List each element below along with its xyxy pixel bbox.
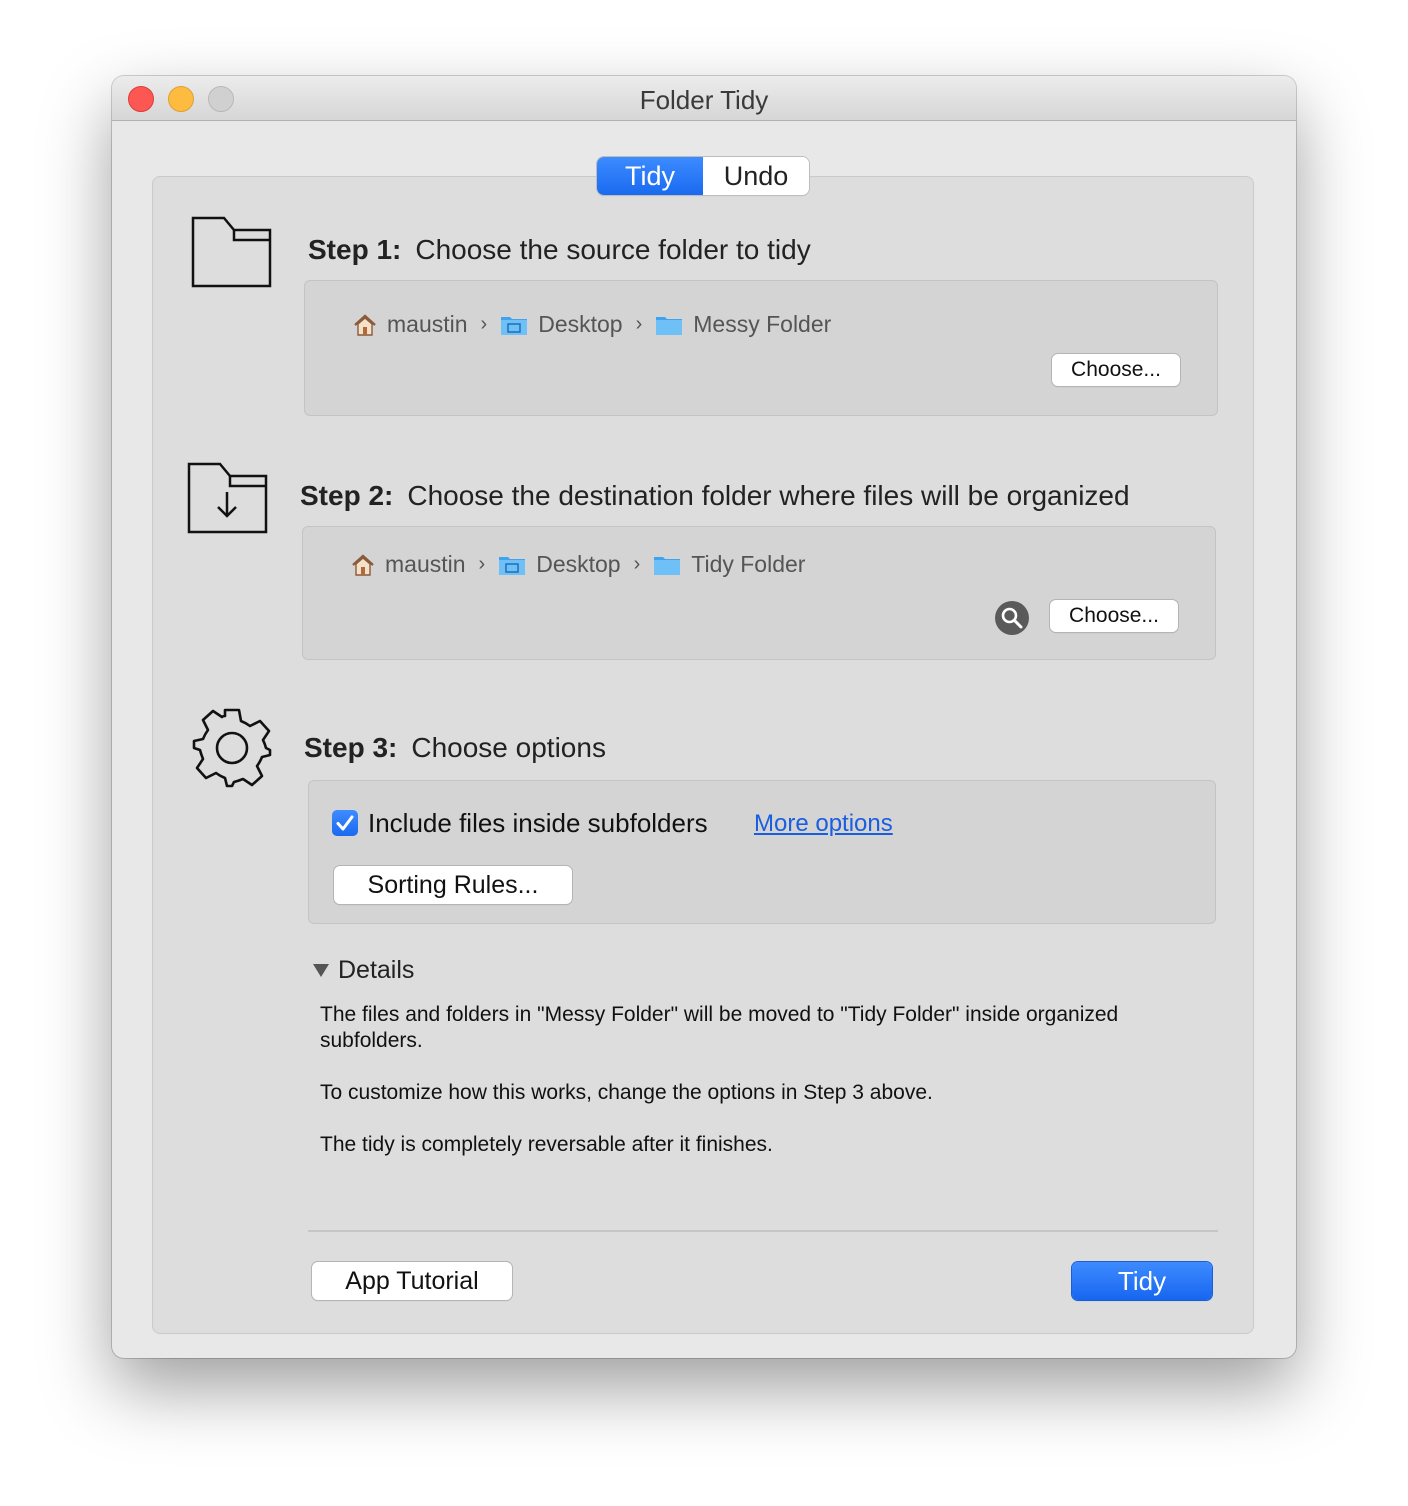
more-options-link[interactable]: More options xyxy=(754,810,893,838)
step1-heading: Step 1: Choose the source folder to tidy xyxy=(308,234,811,266)
step2-heading: Step 2: Choose the destination folder whe… xyxy=(300,480,1130,512)
footer-divider xyxy=(308,1230,1218,1232)
title-bar[interactable]: Folder Tidy xyxy=(112,76,1296,121)
home-icon xyxy=(354,313,376,336)
step2-text: Choose the destination folder where file… xyxy=(407,480,1130,511)
include-subfolders-checkbox[interactable] xyxy=(332,810,358,836)
gear-icon xyxy=(192,708,272,788)
step1-label: Step 1: xyxy=(308,234,402,265)
details-disclosure-label[interactable]: Details xyxy=(338,956,414,985)
path-folder-label: Messy Folder xyxy=(693,311,832,337)
include-subfolders-label[interactable]: Include files inside subfolders xyxy=(368,808,708,839)
path-folder[interactable]: Messy Folder xyxy=(655,311,831,338)
desktop-folder-icon xyxy=(499,556,526,575)
chevron-right-icon: › xyxy=(480,313,488,335)
window-title: Folder Tidy xyxy=(639,85,769,115)
chevron-right-icon: › xyxy=(478,553,486,575)
choose-source-button[interactable]: Choose... xyxy=(1052,354,1180,386)
details-paragraph-3: The tidy is completely reversable after … xyxy=(320,1133,773,1156)
blue-folder-icon xyxy=(656,316,683,335)
path-home[interactable]: maustin xyxy=(353,311,468,338)
blue-folder-icon xyxy=(654,556,681,575)
checkmark-icon xyxy=(336,815,354,831)
disclosure-triangle-icon[interactable] xyxy=(312,962,330,978)
path-home-label: maustin xyxy=(387,311,468,337)
tidy-button[interactable]: Tidy xyxy=(1072,1262,1212,1300)
home-icon xyxy=(352,553,374,576)
tab-undo[interactable]: Undo xyxy=(703,157,809,195)
chevron-right-icon: › xyxy=(633,553,641,575)
path-home[interactable]: maustin xyxy=(351,551,466,578)
path-desktop-label: Desktop xyxy=(538,311,623,337)
path-desktop-label: Desktop xyxy=(536,551,621,577)
path-folder[interactable]: Tidy Folder xyxy=(653,551,805,578)
path-desktop[interactable]: Desktop xyxy=(498,551,621,578)
path-desktop[interactable]: Desktop xyxy=(500,311,623,338)
sorting-rules-button[interactable]: Sorting Rules... xyxy=(334,866,572,904)
folder-download-icon xyxy=(187,462,268,534)
details-paragraph-1: The files and folders in "Messy Folder" … xyxy=(320,1003,1119,1052)
details-paragraph-2: To customize how this works, change the … xyxy=(320,1081,933,1104)
app-window: Folder Tidy Tidy Undo Step 1: Choose the … xyxy=(112,76,1296,1358)
folder-icon xyxy=(191,216,272,288)
path-folder-label: Tidy Folder xyxy=(691,551,806,577)
step3-text: Choose options xyxy=(411,732,606,763)
mode-tabs: Tidy Undo xyxy=(597,157,809,195)
destination-folder-box: maustin › Desktop › Tidy Folder xyxy=(302,526,1216,660)
step3-heading: Step 3: Choose options xyxy=(304,732,606,764)
step1-text: Choose the source folder to tidy xyxy=(415,234,811,265)
desktop-folder-icon xyxy=(501,316,528,335)
source-path[interactable]: maustin › Desktop › Messy Folder xyxy=(353,311,831,338)
tab-tidy[interactable]: Tidy xyxy=(597,157,703,195)
step2-label: Step 2: xyxy=(300,480,394,511)
source-folder-box: maustin › Desktop › Messy Folder xyxy=(304,280,1218,416)
chevron-right-icon: › xyxy=(635,313,643,335)
choose-destination-button[interactable]: Choose... xyxy=(1050,600,1178,632)
reveal-magnifier-icon[interactable] xyxy=(994,600,1030,636)
step3-label: Step 3: xyxy=(304,732,398,763)
app-tutorial-button[interactable]: App Tutorial xyxy=(312,1262,512,1300)
path-home-label: maustin xyxy=(385,551,466,577)
destination-path[interactable]: maustin › Desktop › Tidy Folder xyxy=(351,551,805,578)
